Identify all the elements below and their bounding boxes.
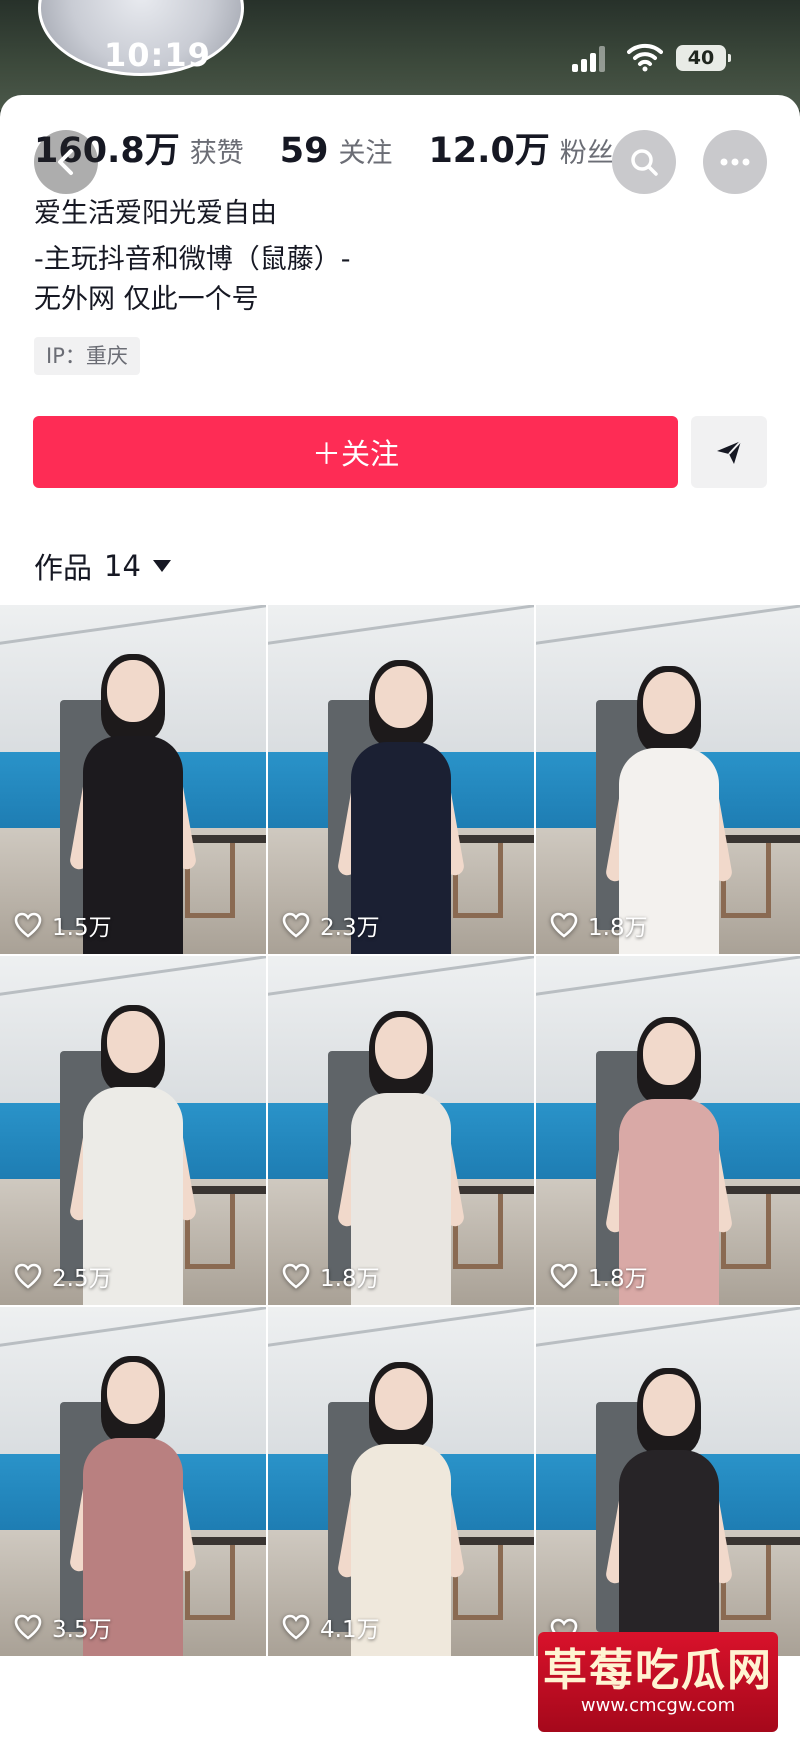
- wifi-icon: [627, 42, 663, 72]
- video-tile[interactable]: 2.3万: [268, 605, 534, 954]
- like-count-value: 1.5万: [52, 915, 112, 941]
- like-count-value: 2.5万: [52, 1266, 112, 1292]
- video-tile[interactable]: 2.5万: [0, 956, 266, 1305]
- likes-label: 获赞: [189, 138, 244, 169]
- search-icon: [631, 149, 658, 176]
- battery-indicator: 40: [676, 45, 731, 71]
- chevron-left-icon: [58, 149, 73, 175]
- send-icon: [717, 440, 742, 464]
- bio-line: -主玩抖音和微博（鼠藤）-: [34, 244, 351, 275]
- bio-line: 爱生活爱阳光爱自由: [34, 198, 277, 229]
- followers-label[interactable]: 粉丝: [560, 131, 614, 170]
- like-count: 1.8万: [282, 1259, 380, 1293]
- creator-figure: [604, 1368, 734, 1656]
- like-count: 2.3万: [282, 908, 380, 942]
- like-count: 1.8万: [550, 1259, 648, 1293]
- works-tab[interactable]: 作品 14: [34, 545, 171, 587]
- like-count-value: 3.5万: [52, 1617, 112, 1643]
- video-tile[interactable]: 3.5万: [0, 1307, 266, 1656]
- heart-icon: [282, 1614, 310, 1640]
- video-tile[interactable]: 1.5万: [0, 605, 266, 954]
- profile-stats: 160.8万 获赞 59 关注 12.0万 粉丝: [34, 122, 650, 172]
- more-icon: [720, 158, 750, 166]
- like-count-value: 4.1万: [320, 1617, 380, 1643]
- follow-button[interactable]: ＋关注: [33, 416, 678, 488]
- following-label[interactable]: 关注: [338, 131, 392, 170]
- video-tile[interactable]: [536, 1307, 800, 1656]
- watermark-title: 草莓吃瓜网: [543, 1645, 773, 1696]
- back-button[interactable]: [34, 130, 98, 194]
- heart-icon: [282, 912, 310, 938]
- heart-icon: [14, 1614, 42, 1640]
- watermark-url: www.cmcgw.com: [580, 1695, 736, 1716]
- like-count: 1.8万: [550, 908, 648, 942]
- video-tile[interactable]: 4.1万: [268, 1307, 534, 1656]
- video-tile[interactable]: 1.8万: [536, 605, 800, 954]
- heart-icon: [550, 912, 578, 938]
- heart-icon: [14, 1263, 42, 1289]
- status-time: 10:19: [104, 36, 211, 74]
- signal-icon: [572, 44, 608, 72]
- like-count-value: 1.8万: [320, 1266, 380, 1292]
- heart-icon: [14, 912, 42, 938]
- like-count-value: 2.3万: [320, 915, 380, 941]
- bio-line: 无外网 仅此一个号: [34, 284, 259, 315]
- watermark-logo: 草莓吃瓜网 www.cmcgw.com: [538, 1632, 778, 1732]
- caret-down-icon: [152, 560, 171, 572]
- works-count: 14: [104, 549, 141, 583]
- like-count-value: 1.8万: [588, 915, 648, 941]
- like-count-value: 1.8万: [588, 1266, 648, 1292]
- heart-icon: [282, 1263, 310, 1289]
- video-tile[interactable]: 1.8万: [268, 956, 534, 1305]
- ip-location-tag: IP：重庆: [34, 337, 140, 375]
- like-count: 4.1万: [282, 1610, 380, 1644]
- followers-count[interactable]: 12.0万: [428, 122, 549, 173]
- like-count: 1.5万: [14, 908, 112, 942]
- more-button[interactable]: [703, 130, 767, 194]
- message-button[interactable]: [691, 416, 767, 488]
- works-label: 作品: [34, 551, 93, 585]
- video-tile[interactable]: 1.8万: [536, 956, 800, 1305]
- heart-icon: [550, 1263, 578, 1289]
- search-button[interactable]: [612, 130, 676, 194]
- like-count: 2.5万: [14, 1259, 112, 1293]
- like-count: 3.5万: [14, 1610, 112, 1644]
- following-count[interactable]: 59: [280, 131, 329, 171]
